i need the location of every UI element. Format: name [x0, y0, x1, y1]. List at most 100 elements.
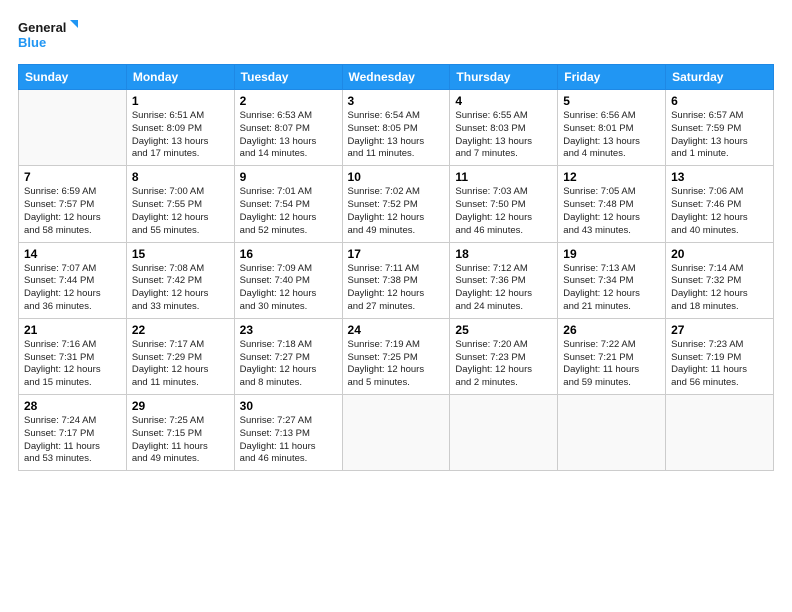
- day-info: Sunrise: 7:11 AMSunset: 7:38 PMDaylight:…: [348, 263, 445, 314]
- day-number: 6: [671, 94, 768, 108]
- day-number: 17: [348, 247, 445, 261]
- day-number: 2: [240, 94, 337, 108]
- day-number: 1: [132, 94, 229, 108]
- calendar-cell: 30Sunrise: 7:27 AMSunset: 7:13 PMDayligh…: [234, 395, 342, 471]
- day-number: 27: [671, 323, 768, 337]
- calendar-cell: 2 Sunrise: 6:53 AMSunset: 8:07 PMDaylight…: [234, 90, 342, 166]
- day-info: Sunrise: 7:20 AMSunset: 7:23 PMDaylight:…: [455, 339, 552, 390]
- calendar-cell: 8 Sunrise: 7:00 AMSunset: 7:55 PMDaylight…: [126, 166, 234, 242]
- calendar-cell: 23 Sunrise: 7:18 AMSunset: 7:27 PMDayligh…: [234, 318, 342, 394]
- calendar-cell: 10Sunrise: 7:02 AMSunset: 7:52 PMDayligh…: [342, 166, 450, 242]
- day-number: 10: [348, 170, 445, 184]
- day-number: 25: [455, 323, 552, 337]
- calendar-cell: 27 Sunrise: 7:23 AMSunset: 7:19 PMDayligh…: [666, 318, 774, 394]
- header: General Blue: [18, 18, 774, 54]
- day-number: 29: [132, 399, 229, 413]
- day-info: Sunrise: 6:55 AMSunset: 8:03 PMDaylight:…: [455, 110, 552, 161]
- calendar-cell: 13 Sunrise: 7:06 AMSunset: 7:46 PMDayligh…: [666, 166, 774, 242]
- day-number: 22: [132, 323, 229, 337]
- calendar-cell: 7 Sunrise: 6:59 AMSunset: 7:57 PMDaylight…: [19, 166, 127, 242]
- day-info: Sunrise: 6:53 AMSunset: 8:07 PMDaylight:…: [240, 110, 337, 161]
- calendar-cell: [666, 395, 774, 471]
- page: General Blue SundayMondayTuesdayWednesda…: [0, 0, 792, 612]
- day-info: Sunrise: 7:27 AMSunset: 7:13 PMDaylight:…: [240, 415, 337, 466]
- calendar-table: SundayMondayTuesdayWednesdayThursdayFrid…: [18, 64, 774, 471]
- week-row-1: 1 Sunrise: 6:51 AMSunset: 8:09 PMDaylight…: [19, 90, 774, 166]
- day-info: Sunrise: 6:51 AMSunset: 8:09 PMDaylight:…: [132, 110, 229, 161]
- calendar-cell: 1 Sunrise: 6:51 AMSunset: 8:09 PMDaylight…: [126, 90, 234, 166]
- calendar-cell: 24 Sunrise: 7:19 AMSunset: 7:25 PMDayligh…: [342, 318, 450, 394]
- day-number: 5: [563, 94, 660, 108]
- day-info: Sunrise: 7:14 AMSunset: 7:32 PMDaylight:…: [671, 263, 768, 314]
- day-info: Sunrise: 7:07 AMSunset: 7:44 PMDaylight:…: [24, 263, 121, 314]
- logo-svg: General Blue: [18, 18, 78, 54]
- day-info: Sunrise: 7:09 AMSunset: 7:40 PMDaylight:…: [240, 263, 337, 314]
- header-wednesday: Wednesday: [342, 65, 450, 90]
- calendar-cell: 6 Sunrise: 6:57 AMSunset: 7:59 PMDaylight…: [666, 90, 774, 166]
- day-number: 12: [563, 170, 660, 184]
- header-sunday: Sunday: [19, 65, 127, 90]
- calendar-cell: 25 Sunrise: 7:20 AMSunset: 7:23 PMDayligh…: [450, 318, 558, 394]
- day-number: 21: [24, 323, 121, 337]
- day-info: Sunrise: 7:19 AMSunset: 7:25 PMDaylight:…: [348, 339, 445, 390]
- logo: General Blue: [18, 18, 78, 54]
- day-number: 3: [348, 94, 445, 108]
- calendar-cell: 28Sunrise: 7:24 AMSunset: 7:17 PMDayligh…: [19, 395, 127, 471]
- day-number: 24: [348, 323, 445, 337]
- day-info: Sunrise: 6:57 AMSunset: 7:59 PMDaylight:…: [671, 110, 768, 161]
- calendar-cell: 17 Sunrise: 7:11 AMSunset: 7:38 PMDayligh…: [342, 242, 450, 318]
- day-info: Sunrise: 6:54 AMSunset: 8:05 PMDaylight:…: [348, 110, 445, 161]
- day-number: 8: [132, 170, 229, 184]
- calendar-cell: 9Sunrise: 7:01 AMSunset: 7:54 PMDaylight…: [234, 166, 342, 242]
- day-number: 14: [24, 247, 121, 261]
- calendar-cell: [19, 90, 127, 166]
- calendar-cell: 14 Sunrise: 7:07 AMSunset: 7:44 PMDayligh…: [19, 242, 127, 318]
- day-number: 23: [240, 323, 337, 337]
- calendar-cell: 19Sunrise: 7:13 AMSunset: 7:34 PMDayligh…: [558, 242, 666, 318]
- day-info: Sunrise: 7:13 AMSunset: 7:34 PMDaylight:…: [563, 263, 660, 314]
- day-number: 15: [132, 247, 229, 261]
- day-number: 4: [455, 94, 552, 108]
- svg-text:Blue: Blue: [18, 35, 46, 50]
- calendar-cell: 11 Sunrise: 7:03 AMSunset: 7:50 PMDayligh…: [450, 166, 558, 242]
- day-number: 11: [455, 170, 552, 184]
- header-tuesday: Tuesday: [234, 65, 342, 90]
- calendar-cell: 26Sunrise: 7:22 AMSunset: 7:21 PMDayligh…: [558, 318, 666, 394]
- calendar-header-row: SundayMondayTuesdayWednesdayThursdayFrid…: [19, 65, 774, 90]
- week-row-5: 28Sunrise: 7:24 AMSunset: 7:17 PMDayligh…: [19, 395, 774, 471]
- day-info: Sunrise: 7:06 AMSunset: 7:46 PMDaylight:…: [671, 186, 768, 237]
- calendar-cell: 3 Sunrise: 6:54 AMSunset: 8:05 PMDaylight…: [342, 90, 450, 166]
- header-friday: Friday: [558, 65, 666, 90]
- calendar-cell: 5 Sunrise: 6:56 AMSunset: 8:01 PMDaylight…: [558, 90, 666, 166]
- day-info: Sunrise: 7:03 AMSunset: 7:50 PMDaylight:…: [455, 186, 552, 237]
- calendar-cell: 16 Sunrise: 7:09 AMSunset: 7:40 PMDayligh…: [234, 242, 342, 318]
- day-number: 13: [671, 170, 768, 184]
- day-info: Sunrise: 7:24 AMSunset: 7:17 PMDaylight:…: [24, 415, 121, 466]
- day-info: Sunrise: 7:01 AMSunset: 7:54 PMDaylight:…: [240, 186, 337, 237]
- day-info: Sunrise: 7:08 AMSunset: 7:42 PMDaylight:…: [132, 263, 229, 314]
- calendar-cell: 20Sunrise: 7:14 AMSunset: 7:32 PMDayligh…: [666, 242, 774, 318]
- day-info: Sunrise: 6:59 AMSunset: 7:57 PMDaylight:…: [24, 186, 121, 237]
- header-monday: Monday: [126, 65, 234, 90]
- day-info: Sunrise: 7:23 AMSunset: 7:19 PMDaylight:…: [671, 339, 768, 390]
- day-number: 7: [24, 170, 121, 184]
- week-row-2: 7 Sunrise: 6:59 AMSunset: 7:57 PMDaylight…: [19, 166, 774, 242]
- day-info: Sunrise: 7:25 AMSunset: 7:15 PMDaylight:…: [132, 415, 229, 466]
- day-number: 18: [455, 247, 552, 261]
- header-thursday: Thursday: [450, 65, 558, 90]
- header-saturday: Saturday: [666, 65, 774, 90]
- calendar-cell: 21Sunrise: 7:16 AMSunset: 7:31 PMDayligh…: [19, 318, 127, 394]
- svg-text:General: General: [18, 20, 66, 35]
- day-info: Sunrise: 7:00 AMSunset: 7:55 PMDaylight:…: [132, 186, 229, 237]
- day-number: 26: [563, 323, 660, 337]
- day-info: Sunrise: 7:05 AMSunset: 7:48 PMDaylight:…: [563, 186, 660, 237]
- calendar-cell: [342, 395, 450, 471]
- day-info: Sunrise: 7:18 AMSunset: 7:27 PMDaylight:…: [240, 339, 337, 390]
- day-info: Sunrise: 6:56 AMSunset: 8:01 PMDaylight:…: [563, 110, 660, 161]
- calendar-cell: 12 Sunrise: 7:05 AMSunset: 7:48 PMDayligh…: [558, 166, 666, 242]
- day-info: Sunrise: 7:17 AMSunset: 7:29 PMDaylight:…: [132, 339, 229, 390]
- day-number: 16: [240, 247, 337, 261]
- calendar-cell: [450, 395, 558, 471]
- week-row-3: 14 Sunrise: 7:07 AMSunset: 7:44 PMDayligh…: [19, 242, 774, 318]
- calendar-cell: 15 Sunrise: 7:08 AMSunset: 7:42 PMDayligh…: [126, 242, 234, 318]
